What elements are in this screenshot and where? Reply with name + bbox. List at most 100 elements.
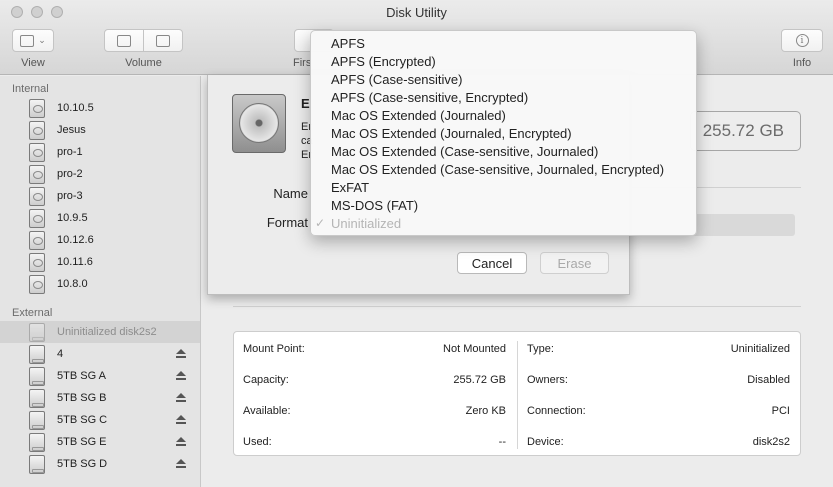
usage-bar bbox=[690, 214, 795, 236]
menu-item-label: Uninitialized bbox=[331, 215, 402, 231]
menu-item-exfat[interactable]: ExFAT bbox=[311, 178, 696, 196]
eject-icon[interactable] bbox=[176, 349, 186, 359]
eject-icon[interactable] bbox=[176, 393, 186, 403]
connection-label: Connection: bbox=[527, 405, 586, 417]
menu-item-mac-os-extended-case-sensitive-journaled[interactable]: Mac OS Extended (Case-sensitive, Journal… bbox=[311, 142, 696, 160]
sidebar-header-external: External bbox=[12, 307, 53, 319]
internal-disk-icon bbox=[29, 186, 45, 206]
sidebar-item-label: 10.11.6 bbox=[57, 256, 93, 268]
sidebar-item[interactable]: 5TB SG D bbox=[0, 453, 200, 475]
external-disk-icon bbox=[29, 410, 45, 430]
menu-item-apfs-case-sensitive[interactable]: APFS (Case-sensitive) bbox=[311, 70, 696, 88]
internal-disk-icon bbox=[29, 142, 45, 162]
external-disk-icon bbox=[29, 388, 45, 408]
sidebar-item[interactable]: 10.9.5 bbox=[0, 207, 200, 229]
sidebar-item-label: 5TB SG B bbox=[57, 392, 107, 404]
external-disk-icon bbox=[29, 366, 45, 386]
window-title: Disk Utility bbox=[386, 5, 447, 20]
menu-item-apfs[interactable]: APFS bbox=[311, 34, 696, 52]
cancel-button[interactable]: Cancel bbox=[457, 252, 527, 274]
sidebar-item-label: pro-2 bbox=[57, 168, 83, 180]
hard-drive-icon bbox=[232, 94, 286, 153]
type-label: Type: bbox=[527, 343, 554, 355]
info-button[interactable]: i bbox=[781, 29, 823, 52]
sidebar-item[interactable]: 5TB SG E bbox=[0, 431, 200, 453]
sheet-title: E bbox=[301, 96, 310, 111]
mount-point-value: Not Mounted bbox=[443, 343, 506, 355]
type-value: Uninitialized bbox=[730, 343, 790, 355]
eject-icon[interactable] bbox=[176, 459, 186, 469]
view-label: View bbox=[21, 57, 45, 69]
divider bbox=[233, 306, 801, 307]
sidebar-item[interactable]: 5TB SG C bbox=[0, 409, 200, 431]
format-dropdown-menu: APFS APFS (Encrypted) APFS (Case-sensiti… bbox=[310, 30, 697, 236]
eject-icon[interactable] bbox=[176, 371, 186, 381]
sidebar-item[interactable]: pro-3 bbox=[0, 185, 200, 207]
sidebar-item-label: 5TB SG D bbox=[57, 458, 108, 470]
sidebar-item-label: 5TB SG E bbox=[57, 436, 107, 448]
internal-disk-icon bbox=[29, 230, 45, 250]
connection-value: PCI bbox=[771, 405, 790, 417]
eject-icon[interactable] bbox=[176, 415, 186, 425]
sidebar-item[interactable]: 10.12.6 bbox=[0, 229, 200, 251]
sidebar: Internal 10.10.5 Jesus pro-1 pro-2 pro-3… bbox=[0, 76, 201, 487]
sidebar-item-label: 5TB SG A bbox=[57, 370, 106, 382]
sidebar-item-label: 5TB SG C bbox=[57, 414, 108, 426]
external-disk-icon bbox=[29, 322, 45, 342]
volume-label: Volume bbox=[125, 57, 162, 69]
external-disk-icon bbox=[29, 454, 45, 474]
sidebar-item-label: 10.9.5 bbox=[57, 212, 88, 224]
sidebar-view-icon bbox=[20, 34, 35, 47]
add-volume-icon bbox=[117, 34, 131, 47]
view-button[interactable]: ⌄ bbox=[12, 29, 54, 52]
owners-value: Disabled bbox=[747, 374, 790, 386]
available-value: Zero KB bbox=[465, 405, 506, 417]
internal-disk-icon bbox=[29, 98, 45, 118]
delete-volume-button[interactable] bbox=[143, 29, 183, 52]
menu-item-uninitialized: ✓ Uninitialized bbox=[311, 214, 696, 232]
device-label: Device: bbox=[527, 436, 564, 448]
sidebar-item[interactable]: 10.10.5 bbox=[0, 97, 200, 119]
mount-point-label: Mount Point: bbox=[243, 343, 305, 355]
info-label: Info bbox=[792, 57, 812, 69]
sidebar-item[interactable]: pro-2 bbox=[0, 163, 200, 185]
eject-icon[interactable] bbox=[176, 437, 186, 447]
sidebar-item-label: pro-3 bbox=[57, 190, 83, 202]
erase-button[interactable]: Erase bbox=[540, 252, 609, 274]
internal-disk-icon bbox=[29, 120, 45, 140]
menu-item-apfs-encrypted[interactable]: APFS (Encrypted) bbox=[311, 52, 696, 70]
disk-platter-icon bbox=[239, 103, 279, 143]
sidebar-item[interactable]: 10.8.0 bbox=[0, 273, 200, 295]
add-volume-button[interactable] bbox=[104, 29, 144, 52]
sidebar-header-internal: Internal bbox=[12, 83, 49, 95]
internal-disk-icon bbox=[29, 252, 45, 272]
menu-item-mac-os-extended-journaled-encrypted[interactable]: Mac OS Extended (Journaled, Encrypted) bbox=[311, 124, 696, 142]
menu-item-mac-os-extended-journaled[interactable]: Mac OS Extended (Journaled) bbox=[311, 106, 696, 124]
sidebar-item[interactable]: 5TB SG B bbox=[0, 387, 200, 409]
device-value: disk2s2 bbox=[752, 436, 790, 448]
menu-item-ms-dos-fat[interactable]: MS-DOS (FAT) bbox=[311, 196, 696, 214]
capacity-value: 255.72 GB bbox=[453, 374, 506, 386]
external-disk-icon bbox=[29, 432, 45, 452]
sidebar-item[interactable]: 10.11.6 bbox=[0, 251, 200, 273]
owners-label: Owners: bbox=[527, 374, 568, 386]
external-disk-icon bbox=[29, 344, 45, 364]
sidebar-item[interactable]: 4 bbox=[0, 343, 200, 365]
used-label: Used: bbox=[243, 436, 272, 448]
sidebar-item-selected[interactable]: Uninitialized disk2s2 bbox=[0, 321, 200, 343]
sidebar-item[interactable]: pro-1 bbox=[0, 141, 200, 163]
info-table: Mount Point: Not Mounted Capacity: 255.7… bbox=[233, 331, 801, 456]
info-icon: i bbox=[795, 34, 809, 47]
sidebar-item[interactable]: 5TB SG A bbox=[0, 365, 200, 387]
sidebar-item-label: Jesus bbox=[57, 124, 86, 136]
capacity-display: 255.72 GB bbox=[690, 111, 801, 151]
delete-volume-icon bbox=[156, 34, 170, 47]
name-label: Name bbox=[273, 186, 308, 201]
capacity-label: Capacity: bbox=[243, 374, 289, 386]
sidebar-item[interactable]: Jesus bbox=[0, 119, 200, 141]
menu-item-mac-os-extended-case-sensitive-journaled-encrypted[interactable]: Mac OS Extended (Case-sensitive, Journal… bbox=[311, 160, 696, 178]
internal-disk-icon bbox=[29, 208, 45, 228]
checkmark-icon: ✓ bbox=[315, 216, 326, 230]
menu-item-apfs-case-sensitive-encrypted[interactable]: APFS (Case-sensitive, Encrypted) bbox=[311, 88, 696, 106]
sidebar-item-label: 10.8.0 bbox=[57, 278, 88, 290]
